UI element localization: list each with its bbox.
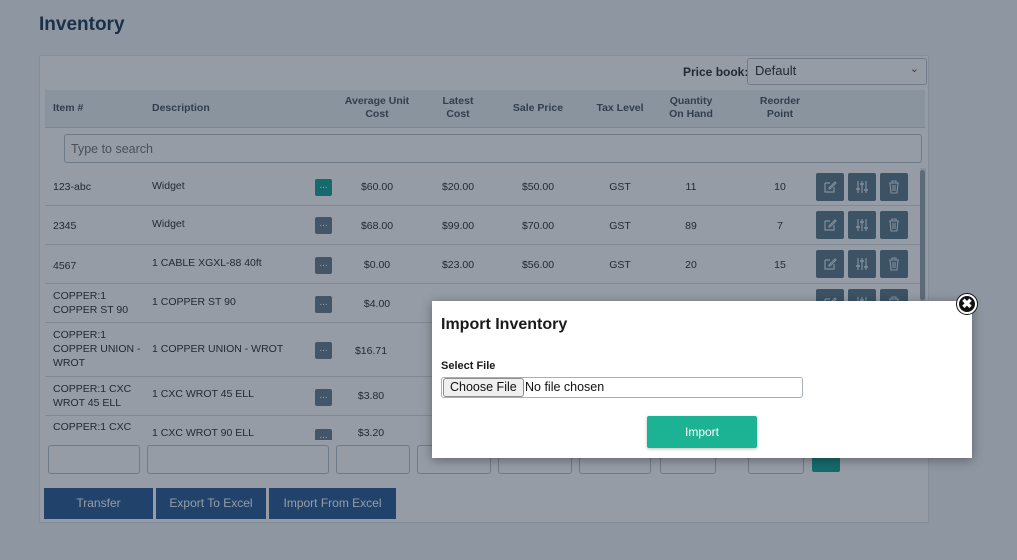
close-icon[interactable]: ✖ <box>957 294 977 314</box>
modal-title: Import Inventory <box>441 316 568 333</box>
file-status-text: No file chosen <box>525 380 605 394</box>
import-button[interactable]: Import <box>647 416 757 448</box>
import-inventory-modal: Import Inventory Select File Choose File… <box>432 301 972 458</box>
modal-overlay[interactable] <box>0 0 1017 560</box>
select-file-label: Select File <box>441 360 496 372</box>
choose-file-button[interactable]: Choose File <box>443 378 524 397</box>
file-input[interactable]: Choose File No file chosen <box>441 377 803 398</box>
